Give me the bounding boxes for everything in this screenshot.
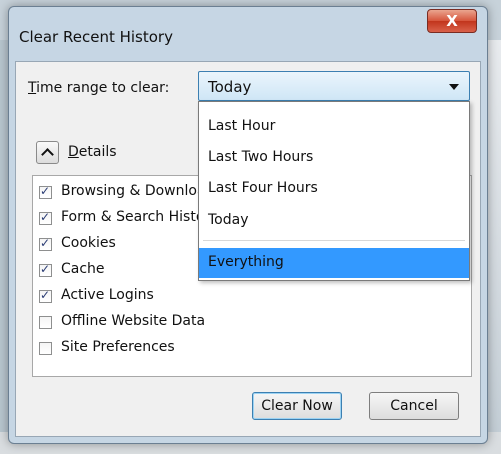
history-item-label: Form & Search History	[61, 209, 219, 225]
close-button[interactable]: X	[427, 9, 477, 33]
option-last-four-hours[interactable]: Last Four Hours	[199, 174, 469, 204]
option-today[interactable]: Today	[199, 206, 469, 236]
time-range-label: Time range to clear:	[28, 80, 170, 96]
details-label: Details	[68, 144, 117, 160]
time-range-dropdown-menu: Last Hour Last Two Hours Last Four Hours…	[198, 101, 470, 281]
checkbox-browsing-download[interactable]	[39, 184, 52, 199]
clear-now-button[interactable]: Clear Now	[252, 392, 342, 420]
checkbox-cookies[interactable]	[39, 236, 52, 251]
history-item-label: Cache	[61, 261, 105, 277]
close-icon: X	[446, 12, 458, 30]
history-item-label: Offline Website Data	[61, 313, 206, 329]
checkbox-form-search[interactable]	[39, 210, 52, 225]
time-range-selected-value: Today	[208, 78, 252, 96]
checkbox-cache[interactable]	[39, 262, 52, 277]
time-range-select[interactable]: Today	[198, 71, 470, 101]
option-everything[interactable]: Everything	[199, 248, 469, 278]
history-item-label: Site Preferences	[61, 339, 175, 355]
checkbox-active-logins[interactable]	[39, 288, 52, 303]
dialog-title: Clear Recent History	[19, 28, 173, 46]
chevron-up-icon	[41, 148, 54, 161]
menu-separator	[203, 240, 465, 241]
checkbox-site-preferences[interactable]	[39, 342, 52, 355]
cancel-button[interactable]: Cancel	[369, 392, 459, 420]
history-item-label: Active Logins	[61, 287, 154, 303]
checkbox-offline-data[interactable]	[39, 316, 52, 329]
title-bar[interactable]: Clear Recent History X	[9, 7, 487, 61]
details-toggle-button[interactable]	[36, 141, 59, 164]
history-item-label: Cookies	[61, 235, 116, 251]
dropdown-arrow-icon	[449, 84, 459, 90]
option-last-two-hours[interactable]: Last Two Hours	[199, 143, 469, 173]
option-last-hour[interactable]: Last Hour	[199, 112, 469, 142]
